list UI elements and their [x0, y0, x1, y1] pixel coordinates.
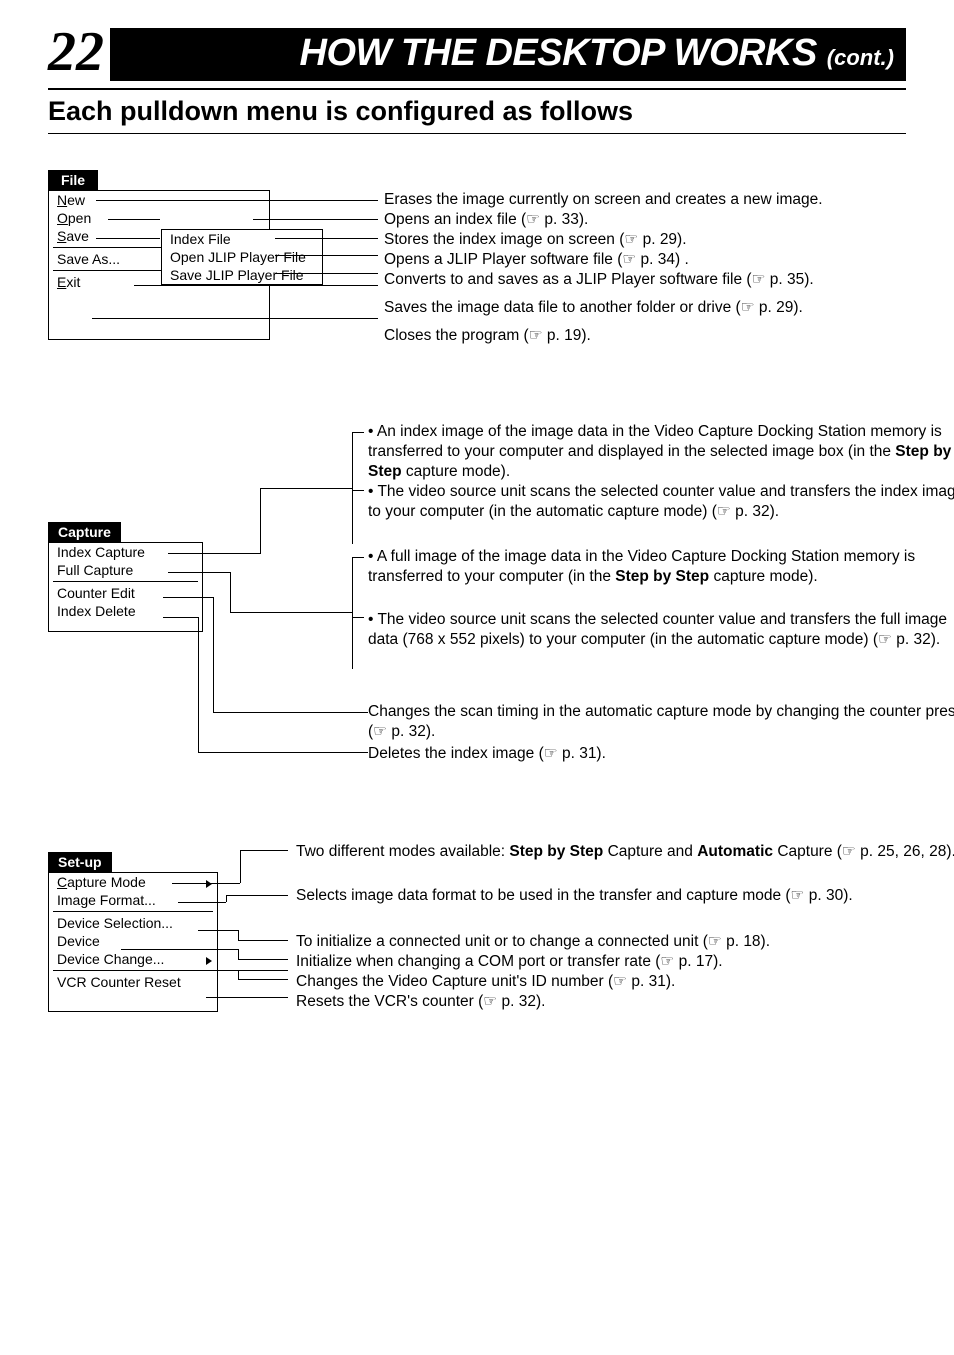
capture-menu: Index Capture Full Capture Counter Edit …	[48, 542, 203, 632]
setup-desc-vcrctr: Resets the VCR's counter (☞ p. 32).	[296, 992, 954, 1012]
cap-full: Full Capture	[49, 561, 202, 579]
cap-desc-edit: Changes the scan timing in the automatic…	[368, 702, 954, 742]
setup-vcrctr: VCR Counter Reset	[49, 973, 217, 991]
file-desc-openindex: Opens an index file (☞ p. 33).	[384, 210, 954, 230]
section-heading: Each pulldown menu is configured as foll…	[48, 96, 906, 134]
capture-block: Capture Index Capture Full Capture Count…	[48, 422, 906, 812]
setup-desc-capmode: Two different modes available: Step by S…	[296, 842, 954, 862]
setup-imgfmt: Image Format...	[49, 891, 217, 909]
cap-index: Index Capture	[49, 543, 202, 561]
setup-menu: Capture Mode Image Format... Device Sele…	[48, 872, 218, 1012]
file-sub-savejlip: Save JLIP Player File	[162, 266, 322, 284]
file-sub-openjlip: Open JLIP Player File	[162, 248, 322, 266]
file-block: File New Open Save Save As... Exit Index…	[48, 170, 906, 390]
setup-dev: Device	[49, 932, 217, 950]
cap-desc-full1: • A full image of the image data in the …	[368, 547, 954, 587]
setup-desc-devsel: To initialize a connected unit or to cha…	[296, 932, 954, 952]
file-desc-savejlip: Converts to and saves as a JLIP Player s…	[384, 270, 954, 290]
cap-desc-full2: • The video source unit scans the select…	[368, 610, 954, 650]
page-number: 22	[48, 20, 110, 88]
page-title-bar: HOW THE DESKTOP WORKS (cont.)	[110, 28, 906, 81]
setup-capmode: Capture Mode	[49, 873, 217, 891]
file-open: Open	[49, 209, 269, 227]
file-desc-openjlip: Opens a JLIP Player software file (☞ p. …	[384, 250, 954, 270]
file-desc-storeindex: Stores the index image on screen (☞ p. 2…	[384, 230, 954, 250]
file-desc-exit: Closes the program (☞ p. 19).	[384, 326, 954, 346]
submenu-arrow-icon	[206, 957, 212, 965]
setup-devsel: Device Selection...	[49, 914, 217, 932]
cap-desc-delete: Deletes the index image (☞ p. 31).	[368, 744, 954, 764]
setup-desc-imgfmt: Selects image data format to be used in …	[296, 886, 954, 906]
title-cont: (cont.)	[827, 45, 894, 71]
title-main: HOW THE DESKTOP WORKS	[300, 32, 817, 75]
setup-desc-devchg: Changes the Video Capture unit's ID numb…	[296, 972, 954, 992]
cap-desc-index2: • The video source unit scans the select…	[368, 482, 954, 522]
setup-menu-title: Set-up	[48, 852, 112, 872]
file-menu-title: File	[48, 170, 98, 190]
file-desc-new: Erases the image currently on screen and…	[384, 190, 954, 210]
setup-desc-dev: Initialize when changing a COM port or t…	[296, 952, 954, 972]
submenu-arrow-icon	[206, 880, 212, 888]
setup-block: Set-up Capture Mode Image Format... Devi…	[48, 842, 906, 1052]
cap-desc-index1: • An index image of the image data in th…	[368, 422, 954, 482]
file-desc-saveas: Saves the image data file to another fol…	[384, 298, 954, 318]
setup-devchg: Device Change...	[49, 950, 217, 968]
file-sub-index: Index File	[162, 230, 322, 248]
capture-menu-title: Capture	[48, 522, 121, 542]
cap-edit: Counter Edit	[49, 584, 202, 602]
